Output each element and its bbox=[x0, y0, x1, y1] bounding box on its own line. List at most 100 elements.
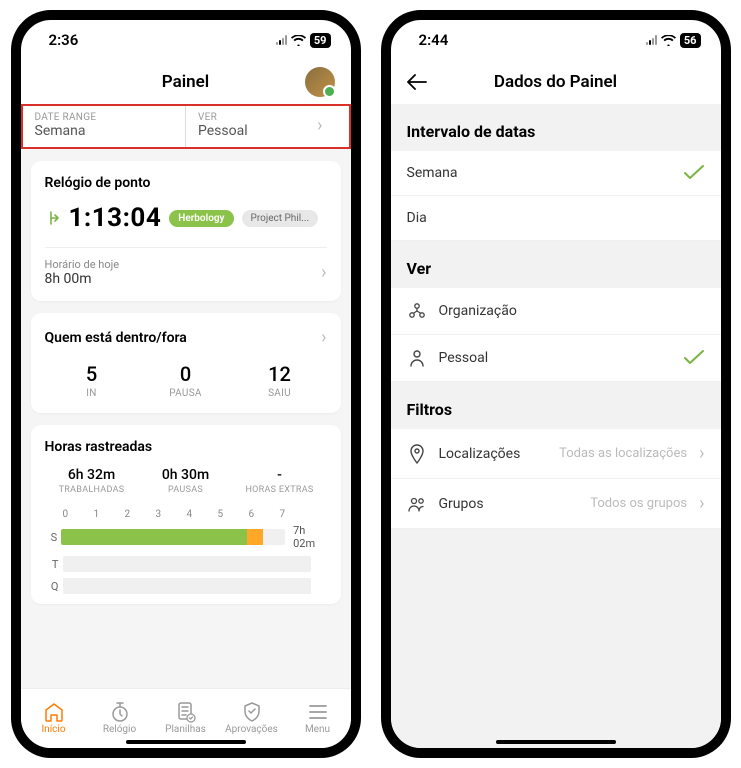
presence-card: Quem está dentro/fora › 5 IN 0 PAUSA 12 … bbox=[31, 313, 341, 413]
filter-view-label: VER bbox=[198, 112, 317, 123]
main-content: Intervalo de datas Semana Dia Ver Organi… bbox=[391, 104, 721, 748]
status-bar: 2:44 56 bbox=[391, 20, 721, 60]
option-label: Grupos bbox=[439, 496, 579, 512]
tab-label: Início bbox=[41, 724, 65, 735]
tracked-val: 6h 32m bbox=[45, 467, 139, 483]
avatar[interactable] bbox=[305, 67, 335, 97]
tab-label: Planilhas bbox=[165, 724, 206, 735]
tab-icon bbox=[43, 702, 65, 722]
option-label: Organização bbox=[439, 303, 705, 319]
axis-tick: 7 bbox=[280, 509, 311, 520]
chart-rows: S 7h 02m T Q bbox=[45, 524, 327, 594]
check-icon bbox=[683, 350, 705, 366]
tab-início[interactable]: Início bbox=[21, 689, 87, 748]
tag-secondary[interactable]: Project Phil... bbox=[242, 210, 319, 227]
signal-icon bbox=[276, 35, 287, 45]
tracked-val: - bbox=[233, 467, 327, 483]
filter-date-value: Semana bbox=[35, 123, 174, 139]
today-hours-row[interactable]: Horário de hoje 8h 00m › bbox=[45, 247, 327, 287]
clock-in-icon bbox=[45, 210, 61, 226]
wifi-icon bbox=[661, 35, 676, 46]
chevron-right-icon: › bbox=[317, 115, 336, 136]
stat-lbl: PAUSA bbox=[139, 388, 233, 399]
clock-time: 2:44 bbox=[419, 31, 449, 49]
section-view: Ver bbox=[391, 241, 721, 288]
stat-in: 5 IN bbox=[45, 362, 139, 399]
filter-view-value: Pessoal bbox=[198, 123, 317, 139]
tab-label: Menu bbox=[305, 724, 330, 735]
timer-value: 1:13:04 bbox=[69, 203, 162, 233]
stat-pausa: 0 PAUSA bbox=[139, 362, 233, 399]
chevron-right-icon: › bbox=[699, 443, 704, 464]
stat-lbl: IN bbox=[45, 388, 139, 399]
tracked-lbl: HORAS EXTRAS bbox=[233, 485, 327, 495]
tracked-card: Horas rastreadas 6h 32m TRABALHADAS 0h 3… bbox=[31, 425, 341, 604]
option-label: Localizações bbox=[439, 446, 548, 462]
stat-saiu: 12 SAIU bbox=[233, 362, 327, 399]
view-option[interactable]: Organização bbox=[391, 288, 721, 335]
presence-header[interactable]: Quem está dentro/fora › bbox=[45, 327, 327, 348]
tracked-lbl: TRABALHADAS bbox=[45, 485, 139, 495]
stat-num: 5 bbox=[45, 362, 139, 386]
tab-bar: Início Relógio Planilhas Aprovações Menu bbox=[21, 688, 351, 748]
battery-badge: 56 bbox=[680, 33, 701, 48]
today-label: Horário de hoje bbox=[45, 258, 120, 271]
pin-icon bbox=[407, 444, 427, 464]
tracked-col: 0h 30m PAUSAS bbox=[139, 467, 233, 495]
chart-day: S bbox=[45, 531, 58, 544]
view-option[interactable]: Pessoal bbox=[391, 335, 721, 382]
phone-screen-painel: 2:36 59 Painel DATE RANGE Semana VER Pes… bbox=[11, 10, 361, 758]
org-icon bbox=[407, 302, 427, 320]
chart-row: T bbox=[45, 556, 327, 572]
option-hint: Todas as localizações bbox=[559, 446, 687, 461]
filter-view[interactable]: VER Pessoal › bbox=[186, 106, 349, 147]
home-indicator bbox=[126, 740, 246, 744]
axis-tick: 1 bbox=[94, 509, 125, 520]
axis-tick: 2 bbox=[125, 509, 156, 520]
home-indicator bbox=[496, 740, 616, 744]
check-icon bbox=[683, 165, 705, 181]
stat-num: 12 bbox=[233, 362, 327, 386]
axis-tick: 4 bbox=[187, 509, 218, 520]
option-label: Semana bbox=[407, 165, 671, 181]
axis-tick: 5 bbox=[218, 509, 249, 520]
tab-menu[interactable]: Menu bbox=[285, 689, 351, 748]
clock-card-title: Relógio de ponto bbox=[45, 175, 327, 191]
filter-date-label: DATE RANGE bbox=[35, 112, 174, 123]
back-button[interactable] bbox=[407, 74, 427, 90]
tracked-lbl: PAUSAS bbox=[139, 485, 233, 495]
stat-lbl: SAIU bbox=[233, 388, 327, 399]
filter-option[interactable]: Localizações Todas as localizações › bbox=[391, 429, 721, 479]
group-icon bbox=[407, 496, 427, 512]
presence-title: Quem está dentro/fora bbox=[45, 330, 187, 346]
chart-row: S 7h 02m bbox=[45, 524, 327, 550]
header: Painel bbox=[21, 60, 351, 104]
tracked-col: 6h 32m TRABALHADAS bbox=[45, 467, 139, 495]
tag-primary[interactable]: Herbology bbox=[169, 210, 233, 227]
tracked-columns: 6h 32m TRABALHADAS 0h 30m PAUSAS - HORAS… bbox=[45, 467, 327, 495]
signal-icon bbox=[646, 35, 657, 45]
clock-card: Relógio de ponto 1:13:04 Herbology Proje… bbox=[31, 161, 341, 301]
section-filters: Filtros bbox=[391, 382, 721, 429]
header: Dados do Painel bbox=[391, 60, 721, 104]
tab-icon bbox=[242, 702, 262, 722]
phone-screen-dados: 2:44 56 Dados do Painel Intervalo de dat… bbox=[381, 10, 731, 758]
chevron-right-icon: › bbox=[321, 262, 326, 283]
date-option[interactable]: Semana bbox=[391, 151, 721, 196]
filter-date-range[interactable]: DATE RANGE Semana bbox=[23, 106, 187, 147]
chart-axis: 01234567 bbox=[45, 509, 327, 520]
chart-track bbox=[61, 529, 285, 545]
tracked-title: Horas rastreadas bbox=[45, 439, 327, 455]
axis-tick: 0 bbox=[63, 509, 94, 520]
tab-label: Relógio bbox=[103, 724, 136, 735]
filter-bar[interactable]: DATE RANGE Semana VER Pessoal › bbox=[21, 104, 351, 149]
filter-option[interactable]: Grupos Todos os grupos › bbox=[391, 479, 721, 529]
presence-stats: 5 IN 0 PAUSA 12 SAIU bbox=[45, 362, 327, 399]
tab-icon bbox=[176, 702, 196, 722]
tab-label: Aprovações bbox=[225, 724, 278, 735]
date-option[interactable]: Dia bbox=[391, 196, 721, 241]
stat-num: 0 bbox=[139, 362, 233, 386]
chart-total: 7h 02m bbox=[293, 524, 326, 550]
timer-row[interactable]: 1:13:04 Herbology Project Phil... bbox=[45, 203, 327, 233]
main-content: DATE RANGE Semana VER Pessoal › Relógio … bbox=[21, 104, 351, 688]
